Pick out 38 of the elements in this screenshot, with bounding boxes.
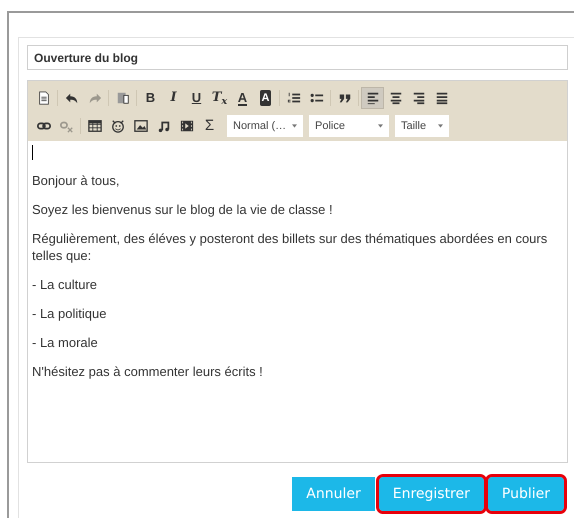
justify-icon [434, 91, 448, 105]
numbered-list-icon [286, 91, 300, 105]
paragraph: Bonjour à tous, [32, 172, 120, 189]
align-left-button[interactable] [361, 87, 384, 109]
document-icon [36, 91, 50, 105]
image-icon [134, 119, 148, 133]
dropdown[interactable]: Police [309, 115, 389, 137]
format-button[interactable]: I [162, 87, 185, 109]
paragraph: - La morale [32, 334, 99, 351]
align-left-icon [366, 91, 380, 105]
broken-link-icon [60, 119, 74, 133]
caret-icon [292, 124, 297, 128]
paragraph: N'hésitez pas à commenter leurs écrits ! [32, 363, 264, 380]
table-icon [88, 119, 102, 133]
bullet-list-icon [310, 91, 324, 105]
paragraph: - La culture [32, 276, 98, 293]
format-button[interactable]: A [231, 87, 254, 109]
paragraph: - La politique [32, 305, 108, 322]
caret-icon [438, 124, 443, 128]
film-icon [180, 119, 194, 133]
align-right-icon [412, 91, 426, 105]
smiley-icon [110, 119, 124, 133]
format-button[interactable]: A [254, 87, 277, 109]
align-center-icon [388, 91, 402, 105]
format-button[interactable]: Σ [198, 115, 221, 137]
title-field[interactable]: Ouverture du blog [27, 45, 568, 70]
caret-icon [378, 124, 383, 128]
music-note-icon [156, 119, 170, 133]
format-button[interactable]: U [185, 87, 208, 109]
format-button[interactable]: T$_{x}$ [208, 87, 231, 109]
dropdown[interactable]: Normal (… [227, 115, 303, 137]
clipboard-icon [116, 91, 130, 105]
dropdown[interactable]: Taille [395, 115, 449, 137]
paragraph: Régulièrement, des éléves y posteront des billets sur des thématiques abordées en cours telles que: [32, 230, 548, 264]
format-button[interactable]: B [139, 87, 162, 109]
redo-icon [88, 91, 102, 105]
undo-icon [64, 91, 78, 105]
paragraph: Soyez les bienvenus sur le blog de la vie de classe ! [32, 201, 334, 218]
